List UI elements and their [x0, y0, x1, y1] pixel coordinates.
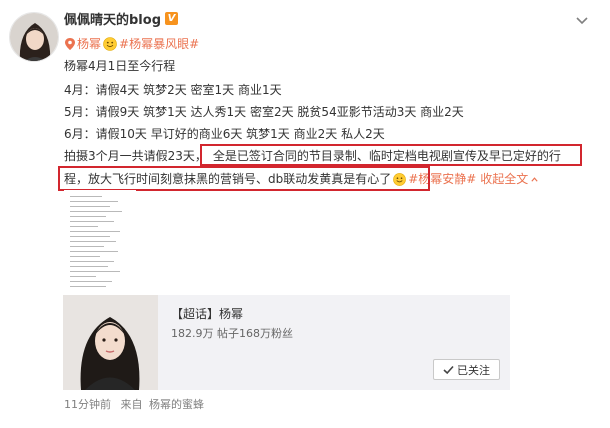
username[interactable]: 佩佩晴天的blog: [64, 9, 161, 28]
check-icon: [443, 365, 454, 374]
supertopic-card[interactable]: 【超话】杨幂 182.9万 帖子168万粉丝 已关注: [63, 295, 510, 390]
smile-emoji-icon: [103, 36, 117, 51]
highlight-box-2: [58, 166, 430, 191]
post-time[interactable]: 11分钟前: [64, 398, 111, 411]
supertopic-title[interactable]: 【超话】杨幂: [171, 305, 243, 322]
tag-link-1[interactable]: 杨幂: [77, 35, 101, 52]
location-pin-icon: [65, 37, 75, 50]
username-row: 佩佩晴天的blog V: [64, 8, 178, 28]
topic-tags: 杨幂 #杨幂暴风眼#: [63, 35, 199, 52]
post-line-5-part1: 拍摄3个月一共请假23天，: [64, 149, 207, 163]
post-image-thumbnail[interactable]: [64, 190, 136, 300]
collapse-link[interactable]: 收起全文: [480, 172, 539, 186]
post-footer: 11分钟前 来自 杨幂的蜜蜂: [64, 396, 204, 412]
post-line-3: 5月：请假9天 筑梦1天 达人秀1天 密室2天 脱贫54亚影节活动3天 商业2天: [64, 105, 464, 119]
post-line-2: 4月：请假4天 筑梦2天 密室1天 商业1天: [64, 83, 282, 97]
post-line-4: 6月：请假10天 早订好的商业6天 筑梦1天 商业2天 私人2天: [64, 127, 385, 141]
post-line-1: 杨幂4月1日至今行程: [64, 59, 176, 73]
supertopic-stats: 182.9万 帖子168万粉丝: [171, 327, 293, 340]
tag-link-2[interactable]: #杨幂暴风眼#: [119, 35, 199, 52]
supertopic-cover-image: [63, 295, 158, 390]
collapse-label: 收起全文: [480, 172, 529, 186]
vip-badge: V: [165, 11, 178, 25]
chevron-up-icon: [531, 177, 538, 182]
post-source[interactable]: 杨幂的蜜蜂: [149, 398, 204, 411]
avatar[interactable]: [9, 12, 59, 62]
highlight-box-1: [200, 144, 582, 166]
follow-label: 已关注: [457, 363, 490, 377]
follow-button[interactable]: 已关注: [433, 359, 500, 380]
from-label: 来自: [120, 398, 143, 411]
chevron-down-icon[interactable]: [574, 12, 590, 28]
